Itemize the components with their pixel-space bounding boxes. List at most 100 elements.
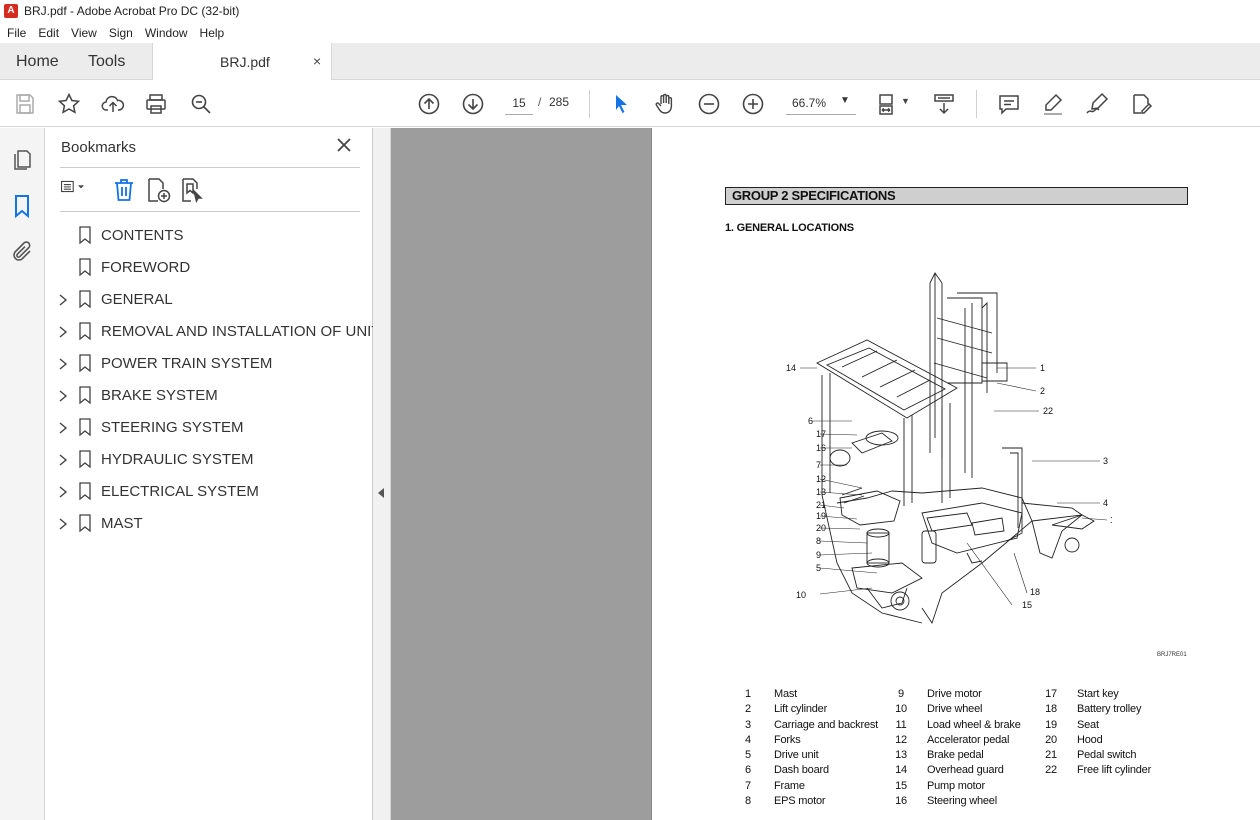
bookmark-item[interactable]: POWER TRAIN SYSTEM	[45, 349, 373, 381]
legend-label: Brake pedal	[927, 749, 984, 762]
page-down-icon[interactable]	[460, 91, 486, 117]
save-icon[interactable]	[12, 91, 38, 117]
callout-number: 3	[1103, 456, 1108, 466]
hand-tool-icon[interactable]	[652, 91, 678, 117]
bookmark-item[interactable]: GENERAL	[45, 285, 373, 317]
chevron-right-icon[interactable]	[57, 453, 69, 467]
legend-label: Frame	[774, 779, 805, 792]
menu-view[interactable]: View	[64, 26, 102, 40]
bookmark-item[interactable]: FOREWORD	[45, 253, 373, 285]
bookmark-item[interactable]: REMOVAL AND INSTALLATION OF UNIT	[45, 317, 381, 349]
legend-label: Start key	[1077, 688, 1119, 700]
page-thumbnails-icon[interactable]	[10, 148, 34, 172]
bookmark-item[interactable]: CONTENTS	[45, 221, 373, 253]
new-bookmark-icon[interactable]	[144, 176, 172, 204]
legend-label: Accelerator pedal	[927, 733, 1010, 746]
callout-number: 21	[816, 500, 826, 510]
close-icon[interactable]	[335, 136, 353, 154]
chevron-right-icon[interactable]	[57, 421, 69, 435]
legend-number: 3	[745, 718, 751, 731]
forklift-diagram: 12345678910111213141516171819202122	[786, 272, 1112, 625]
chevron-down-icon[interactable]: ▼	[901, 96, 910, 106]
bookmark-item[interactable]: BRAKE SYSTEM	[45, 381, 373, 413]
bookmark-list: CONTENTS FOREWORD GENERAL REMOVAL AND INSTA…	[45, 221, 381, 541]
legend-number: 14	[895, 764, 907, 777]
legend-number: 18	[1045, 703, 1057, 716]
legend-number: 17	[1045, 688, 1057, 700]
bookmark-star-icon[interactable]	[56, 91, 82, 117]
document-viewport[interactable]: GROUP 2 SPECIFICATIONS 1. GENERAL LOCATI…	[391, 128, 1260, 820]
legend-label: Carriage and backrest	[774, 718, 879, 731]
legend-label: Lift cylinder	[774, 703, 828, 716]
attachments-icon[interactable]	[10, 240, 34, 264]
bookmark-item[interactable]: HYDRAULIC SYSTEM	[45, 445, 373, 477]
page-up-icon[interactable]	[416, 91, 442, 117]
legend-number: 1	[745, 688, 751, 700]
chevron-right-icon[interactable]	[57, 357, 69, 371]
chevron-right-icon[interactable]	[57, 325, 69, 339]
bookmark-item[interactable]: STEERING SYSTEM	[45, 413, 373, 445]
bookmark-label: MAST	[101, 515, 143, 532]
menu-help[interactable]: Help	[193, 26, 230, 40]
sub-heading: 1. GENERAL LOCATIONS	[725, 222, 854, 234]
legend-label: Steering wheel	[927, 795, 997, 808]
bookmark-icon	[79, 322, 91, 341]
tab-document[interactable]: BRJ.pdf ×	[152, 43, 332, 80]
page-fit-icon[interactable]	[875, 91, 901, 117]
collapse-arrow-icon[interactable]	[378, 488, 384, 498]
callout-number: 16	[816, 443, 826, 453]
menu-window[interactable]: Window	[138, 26, 193, 40]
menu-sign[interactable]: Sign	[102, 26, 138, 40]
bookmark-icon	[79, 290, 91, 309]
legend-label: Forks	[774, 733, 801, 746]
bookmark-label: ELECTRICAL SYSTEM	[101, 483, 259, 500]
panel-splitter[interactable]	[373, 128, 391, 820]
callout-number: 10	[796, 590, 806, 600]
callout-number: 5	[816, 563, 821, 573]
select-tool-icon[interactable]	[608, 91, 634, 117]
options-menu-icon[interactable]	[60, 176, 88, 204]
page-number-input[interactable]: 15	[505, 91, 533, 115]
legend-number: 7	[745, 779, 751, 792]
callout-number: 2	[1040, 386, 1045, 396]
tab-home[interactable]: Home	[16, 53, 59, 71]
page-total: 285	[549, 95, 570, 109]
menu-edit[interactable]: Edit	[31, 26, 64, 40]
comment-icon[interactable]	[996, 91, 1022, 117]
highlight-icon[interactable]	[1040, 91, 1066, 117]
callout-number: 18	[1030, 587, 1040, 597]
zoom-out-icon[interactable]	[696, 91, 722, 117]
find-icon[interactable]	[188, 91, 214, 117]
chevron-right-icon[interactable]	[57, 485, 69, 499]
edit-pdf-icon[interactable]	[1128, 91, 1154, 117]
chevron-right-icon[interactable]	[57, 389, 69, 403]
bookmark-item[interactable]: MAST	[45, 509, 373, 541]
bookmark-item[interactable]: ELECTRICAL SYSTEM	[45, 477, 373, 509]
chevron-right-icon[interactable]	[57, 293, 69, 307]
zoom-level-select[interactable]: 66.7% ▼	[786, 91, 856, 115]
tab-close-icon[interactable]: ×	[313, 53, 321, 69]
zoom-in-icon[interactable]	[740, 91, 766, 117]
legend-label: Mast	[774, 688, 798, 700]
bookmark-icon	[79, 418, 91, 437]
bookmark-icon	[79, 450, 91, 469]
tab-tools[interactable]: Tools	[88, 53, 125, 71]
print-icon[interactable]	[143, 91, 169, 117]
legend-number: 11	[895, 718, 907, 731]
menu-file[interactable]: File	[0, 26, 31, 40]
scroll-mode-icon[interactable]	[931, 91, 957, 117]
divider	[60, 211, 360, 212]
bookmarks-title: Bookmarks	[61, 139, 137, 156]
chevron-right-icon[interactable]	[57, 517, 69, 531]
legend-number: 16	[895, 795, 907, 808]
callout-number: 9	[816, 550, 821, 560]
bookmarks-panel-icon[interactable]	[10, 194, 34, 219]
bookmark-label: GENERAL	[101, 291, 173, 308]
tab-document-label: BRJ.pdf	[220, 54, 270, 70]
sign-icon[interactable]	[1084, 91, 1110, 117]
bookmark-from-selection-icon[interactable]	[178, 176, 206, 204]
window-title: BRJ.pdf - Adobe Acrobat Pro DC (32-bit)	[24, 4, 240, 18]
legend-number: 12	[895, 733, 907, 746]
upload-icon[interactable]	[100, 91, 126, 117]
delete-icon[interactable]	[110, 176, 138, 204]
